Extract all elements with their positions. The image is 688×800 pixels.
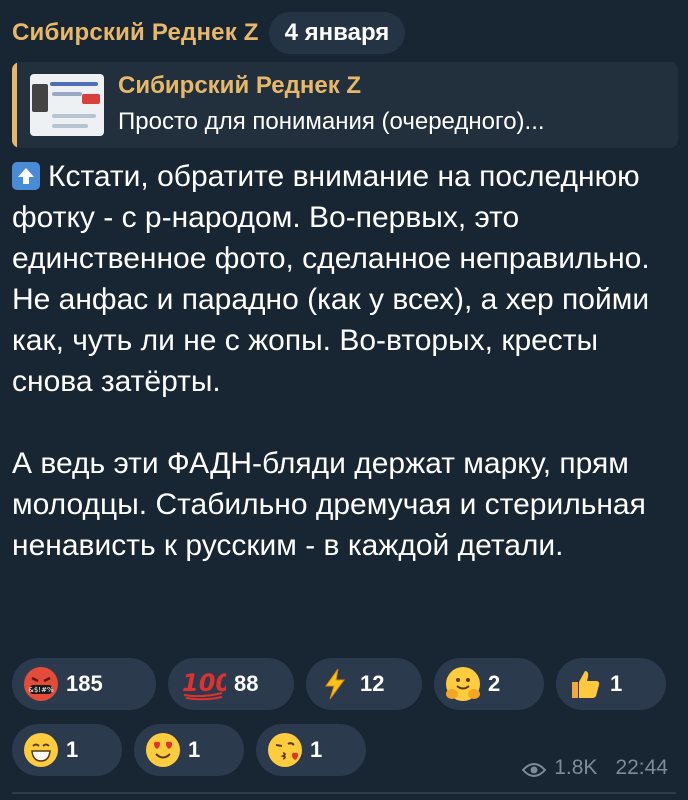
reply-title: Сибирский Реднек Z: [118, 72, 362, 99]
lightning-bolt-icon: [318, 667, 352, 701]
reply-preview[interactable]: Сибирский Реднек Z Просто для понимания …: [12, 62, 678, 148]
reaction-count: 1: [188, 737, 201, 762]
message-time: 22:44: [615, 756, 668, 779]
views-count: 1.8K: [554, 756, 598, 779]
up-arrow-icon: [12, 162, 40, 190]
heart-eyes-face-icon: [146, 733, 180, 767]
reaction-count: 2: [488, 671, 501, 696]
views-eye-icon: [521, 760, 547, 777]
reply-thumbnail: [30, 74, 104, 136]
angry-swearing-face-icon: &$!#%: [24, 667, 58, 701]
reaction-count: 1: [66, 737, 79, 762]
message-body: Кстати, обратите внимание на последнюю ф…: [12, 156, 672, 566]
hugging-face-icon: [446, 667, 480, 701]
reaction-chip[interactable]: 100 88: [168, 658, 294, 710]
date-chip: 4 января: [268, 12, 406, 54]
hundred-points-icon: 100: [180, 667, 232, 701]
reaction-chip[interactable]: 1: [12, 724, 122, 776]
divider: [12, 792, 676, 794]
reply-accent-bar: [12, 62, 17, 148]
reaction-chip[interactable]: &$!#% 185: [12, 658, 156, 710]
reaction-count: 1: [310, 737, 323, 762]
kissing-heart-face-icon: [268, 733, 302, 767]
channel-name[interactable]: Сибирский Реднек Z: [12, 19, 259, 47]
message-text: Кстати, обратите внимание на последнюю ф…: [12, 160, 650, 562]
reaction-count: 1: [610, 671, 623, 696]
grinning-face-icon: [24, 733, 58, 767]
svg-text:&$!#%: &$!#%: [28, 686, 54, 694]
reply-text: Просто для понимания (очередного)...: [118, 108, 545, 135]
message-meta: 1.8K 22:44: [521, 756, 668, 780]
reaction-count: 185: [66, 671, 103, 696]
reaction-chip[interactable]: 1: [256, 724, 366, 776]
reaction-chip[interactable]: 1: [556, 658, 666, 710]
reaction-count: 12: [360, 671, 385, 696]
reaction-chip[interactable]: 12: [306, 658, 422, 710]
reaction-chip[interactable]: 1: [134, 724, 244, 776]
message-header: Сибирский Реднек Z 4 января: [12, 10, 406, 56]
thumbs-up-icon: [568, 667, 602, 701]
reaction-count: 88: [234, 671, 259, 696]
reaction-chip[interactable]: 2: [434, 658, 544, 710]
